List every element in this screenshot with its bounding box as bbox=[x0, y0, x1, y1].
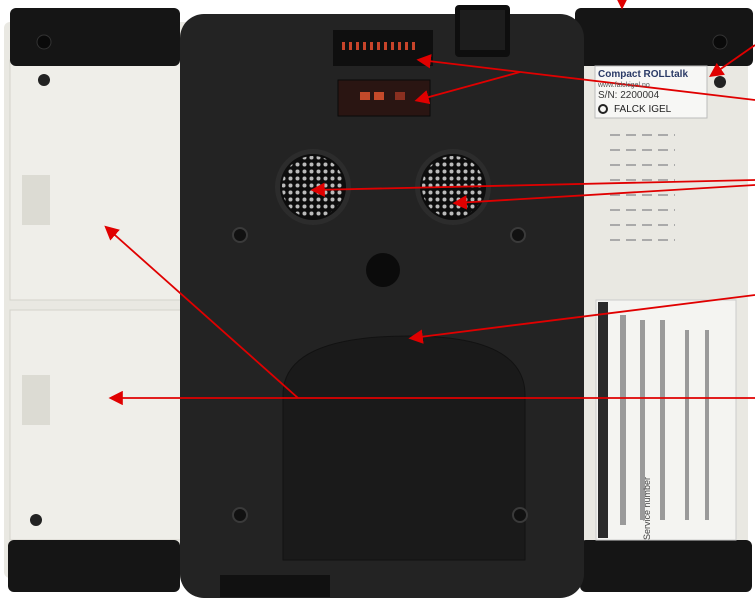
speaker-left bbox=[275, 149, 351, 225]
screw-upper-left bbox=[232, 227, 248, 243]
sticker-serial-text: S/N: 2200004 bbox=[598, 90, 660, 101]
bumper-top-left bbox=[10, 8, 180, 66]
sticker-web-text: www.falckigel.no bbox=[598, 82, 650, 89]
service-label bbox=[595, 299, 737, 541]
screw-lower-left bbox=[232, 507, 248, 523]
bumper-bottom-left bbox=[8, 540, 180, 592]
bumper-top-right bbox=[575, 8, 753, 66]
bumper-bottom-right bbox=[580, 540, 752, 592]
screw-upper-right bbox=[510, 227, 526, 243]
sticker-model-text: Compact ROLLtalk bbox=[598, 69, 689, 80]
connector-port bbox=[333, 30, 433, 66]
sticker-brand-text: FALCK IGEL bbox=[614, 104, 672, 115]
service-number-text: Service number bbox=[642, 476, 652, 540]
screw-lower-right bbox=[512, 507, 528, 523]
center-hole bbox=[366, 253, 400, 287]
